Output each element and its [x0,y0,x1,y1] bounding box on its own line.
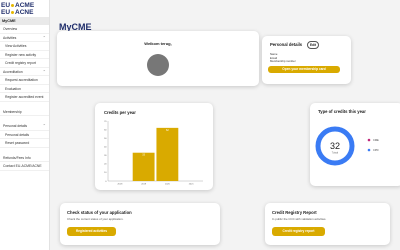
bar [132,152,155,181]
sidebar-item[interactable]: Request accreditation [0,76,49,85]
y-tick-label: 70 [104,121,107,123]
registered-activities-button[interactable]: Registered activities [67,227,116,236]
credit-registry-title: Credit Registry Report [272,210,317,215]
sidebar-item[interactable]: Activities [0,34,49,42]
logo-line-1: EU ACME [1,2,35,9]
y-tick-label: 40 [104,147,107,149]
legend-swatch [367,148,371,152]
donut-center-label: Totaal [332,152,339,155]
y-tick-label: 20 [104,164,107,166]
sidebar-item[interactable]: View Activities [0,42,49,51]
sidebar-item[interactable]: Accreditation [0,68,49,76]
sidebar-item[interactable]: Personal details [0,122,49,131]
donut-center-value: 32 [330,141,340,151]
x-tick-label: 2019 [141,184,147,186]
sidebar-item[interactable]: Register accredited event [0,93,49,102]
sidebar-header: MyCME [0,17,49,25]
y-tick-label: 0 [105,181,107,183]
y-tick-label: 10 [104,172,107,174]
sidebar-item[interactable]: Reset password [0,139,49,148]
avatar [147,54,169,76]
logo-line-2: EU ACNE [1,9,34,16]
credits-per-year-card: Credits per year 0 10 20 30 40 50 60 70 2018 33 20… [95,103,213,190]
credit-registry-card: Credit Registry Report In public the CCC… [265,203,390,245]
sidebar-item[interactable]: Membership [0,108,49,116]
legend-label: CPD [373,148,379,152]
sidebar-item[interactable]: Overview [0,25,49,34]
membership-card-button[interactable]: Open your membership card [268,66,340,73]
welcome-card: Welkom terug, [57,31,259,86]
sidebar-item[interactable]: Credit registry report [0,59,49,68]
welcome-title: Welkom terug, [144,41,172,46]
sidebar-item[interactable]: Contact EU-ACME/ACNE [0,162,49,171]
membership-number-label: Membership number [270,59,296,63]
sidebar-item[interactable]: Evaluation [0,85,49,93]
sidebar-nav: OverviewActivitiesView ActivitiesRegiste… [0,25,49,171]
y-tick-label: 50 [104,138,107,140]
sidebar: EUACME EUACNE MyCME OverviewActivitiesVi… [0,0,50,250]
x-tick-label: 2018 [117,184,123,186]
x-tick-label: 2021 [189,184,195,186]
personal-details-title: Personal details [270,42,303,47]
legend-label: CME [373,138,379,142]
credit-registry-button[interactable]: Credit registry report [272,227,325,236]
credit-type-card: Type of credits this year 32 Totaal CME CPD [310,103,400,186]
bar [156,127,179,181]
y-tick-label: 30 [104,155,107,157]
y-tick-label: 60 [104,129,107,131]
sidebar-item[interactable]: Personal details [0,131,49,139]
application-status-subtitle: Check the current status of your applica… [67,216,124,221]
credit-type-donut-chart: 32Totaal CME CPD [315,126,379,166]
application-status-title: Check status of your application [67,210,132,215]
sidebar-item[interactable]: Refunds/Fees Info [0,154,49,162]
logo[interactable]: EU ACME EU ACNE [0,0,49,17]
main-content: MyCME Welkom terug, Personal details Edi… [50,0,400,250]
x-tick-label: 2020 [165,184,171,186]
credit-registry-subtitle: In public the CCC with validation activi… [272,216,327,221]
personal-details-card: Personal details Edit Name Email Members… [262,36,351,84]
edit-button[interactable]: Edit [307,41,320,49]
credits-bar-chart: 0102030405060702018332019622020 2021 [104,121,203,186]
application-status-card: Check status of your application Check t… [60,203,220,245]
legend-swatch [367,138,371,142]
sidebar-item[interactable]: Register new activity [0,51,49,59]
